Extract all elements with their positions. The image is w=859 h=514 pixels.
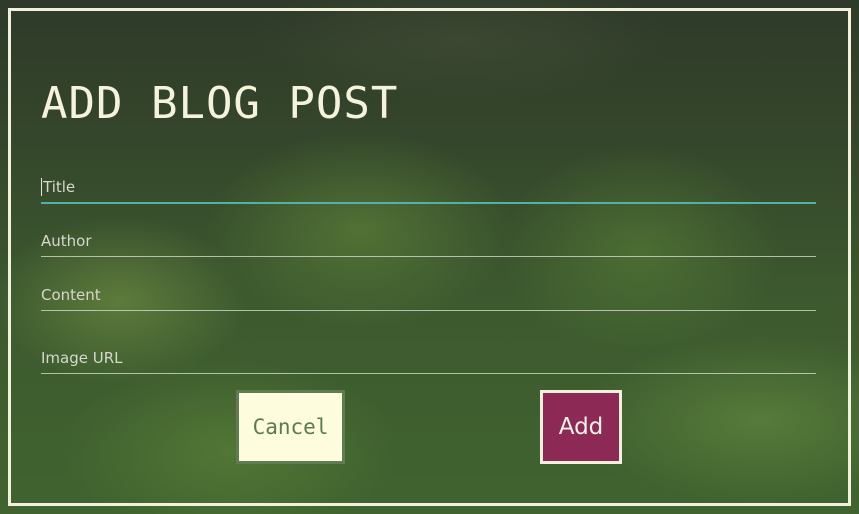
title-input[interactable] [41, 178, 818, 196]
image-url-field-container [41, 339, 816, 374]
cancel-button-label: Cancel [252, 415, 329, 439]
form-title: ADD BLOG POST [41, 78, 399, 129]
content-input[interactable] [41, 286, 816, 304]
add-button-label: Add [558, 414, 604, 440]
image-url-input[interactable] [41, 349, 816, 367]
cancel-button[interactable]: Cancel [236, 390, 345, 464]
author-field-container [41, 222, 816, 257]
title-field-container [41, 168, 818, 204]
add-button[interactable]: Add [540, 390, 622, 464]
author-input[interactable] [41, 232, 816, 250]
content-field-container [41, 276, 816, 311]
